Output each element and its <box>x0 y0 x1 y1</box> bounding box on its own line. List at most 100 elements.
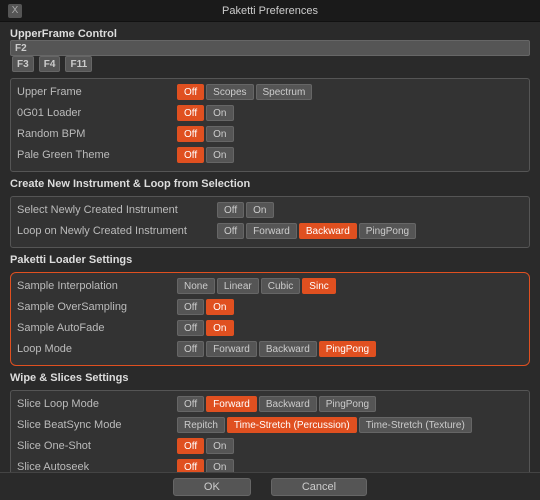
interp-none[interactable]: None <box>177 278 215 294</box>
slice-autoseek-on[interactable]: On <box>206 459 233 472</box>
slice-loop-forward[interactable]: Forward <box>206 396 257 412</box>
0g01-row: 0G01 Loader Off On <box>17 104 523 122</box>
0g01-on[interactable]: On <box>206 105 233 121</box>
main-content: UpperFrame Control F2 F3 F4 F11 Upper Fr… <box>0 22 540 472</box>
loop-mode-off[interactable]: Off <box>177 341 204 357</box>
select-instrument-off[interactable]: Off <box>217 202 244 218</box>
randombpm-on[interactable]: On <box>206 126 233 142</box>
cancel-button[interactable]: Cancel <box>271 478 367 496</box>
paketti-loader-section: Paketti Loader Settings Sample Interpola… <box>10 254 530 366</box>
interp-sinc[interactable]: Sinc <box>302 278 335 294</box>
upperframe-row: Upper Frame Off Scopes Spectrum <box>17 83 523 101</box>
loop-instrument-btns: Off Forward Backward PingPong <box>217 223 416 239</box>
palegreen-row: Pale Green Theme Off On <box>17 146 523 164</box>
sample-interp-row: Sample Interpolation None Linear Cubic S… <box>17 277 523 295</box>
oversampling-off[interactable]: Off <box>177 299 204 315</box>
autofade-label: Sample AutoFade <box>17 322 177 334</box>
oversampling-btns: Off On <box>177 299 234 315</box>
randombpm-off[interactable]: Off <box>177 126 204 142</box>
loop-instrument-row: Loop on Newly Created Instrument Off For… <box>17 222 523 240</box>
0g01-btns: Off On <box>177 105 234 121</box>
loop-mode-label: Loop Mode <box>17 343 177 355</box>
palegreen-off[interactable]: Off <box>177 147 204 163</box>
loop-instrument-backward[interactable]: Backward <box>299 223 357 239</box>
f3-key[interactable]: F3 <box>12 56 34 72</box>
upperframe-inner: Upper Frame Off Scopes Spectrum 0G01 Loa… <box>10 78 530 172</box>
upperframe-header: UpperFrame Control F2 F3 F4 F11 <box>10 28 530 74</box>
slice-oneshot-label: Slice One-Shot <box>17 440 177 452</box>
slice-loop-off[interactable]: Off <box>177 396 204 412</box>
paketti-loader-inner: Sample Interpolation None Linear Cubic S… <box>10 272 530 366</box>
loop-instrument-pingpong[interactable]: PingPong <box>359 223 416 239</box>
create-instrument-inner: Select Newly Created Instrument Off On L… <box>10 196 530 248</box>
footer: OK Cancel <box>0 472 540 500</box>
loop-instrument-off[interactable]: Off <box>217 223 244 239</box>
paketti-loader-header: Paketti Loader Settings <box>10 254 530 268</box>
upperframe-label: Upper Frame <box>17 86 177 98</box>
create-instrument-header: Create New Instrument & Loop from Select… <box>10 178 530 192</box>
oversampling-on[interactable]: On <box>206 299 233 315</box>
loop-mode-forward[interactable]: Forward <box>206 341 257 357</box>
slice-autoseek-off[interactable]: Off <box>177 459 204 472</box>
0g01-label: 0G01 Loader <box>17 107 177 119</box>
loop-instrument-label: Loop on Newly Created Instrument <box>17 225 217 237</box>
palegreen-on[interactable]: On <box>206 147 233 163</box>
slice-oneshot-row: Slice One-Shot Off On <box>17 437 523 455</box>
window-title: Paketti Preferences <box>222 5 318 17</box>
slice-loop-btns: Off Forward Backward PingPong <box>177 396 376 412</box>
slice-oneshot-off[interactable]: Off <box>177 438 204 454</box>
palegreen-btns: Off On <box>177 147 234 163</box>
upperframe-off[interactable]: Off <box>177 84 204 100</box>
close-button[interactable]: X <box>8 4 22 18</box>
upperframe-spectrum[interactable]: Spectrum <box>256 84 313 100</box>
autofade-on[interactable]: On <box>206 320 233 336</box>
slice-beatsync-row: Slice BeatSync Mode Repitch Time-Stretch… <box>17 416 523 434</box>
loop-mode-row: Loop Mode Off Forward Backward PingPong <box>17 340 523 358</box>
wipe-slices-header: Wipe & Slices Settings <box>10 372 530 386</box>
autofade-off[interactable]: Off <box>177 320 204 336</box>
loop-instrument-forward[interactable]: Forward <box>246 223 297 239</box>
palegreen-label: Pale Green Theme <box>17 149 177 161</box>
upperframe-section: UpperFrame Control F2 F3 F4 F11 Upper Fr… <box>10 28 530 172</box>
oversampling-label: Sample OverSampling <box>17 301 177 313</box>
wipe-slices-inner: Slice Loop Mode Off Forward Backward Pin… <box>10 390 530 472</box>
randombpm-row: Random BPM Off On <box>17 125 523 143</box>
slice-oneshot-on[interactable]: On <box>206 438 233 454</box>
loop-mode-backward[interactable]: Backward <box>259 341 317 357</box>
loop-mode-btns: Off Forward Backward PingPong <box>177 341 376 357</box>
slice-loop-pingpong[interactable]: PingPong <box>319 396 376 412</box>
sample-interp-btns: None Linear Cubic Sinc <box>177 278 336 294</box>
slice-loop-row: Slice Loop Mode Off Forward Backward Pin… <box>17 395 523 413</box>
oversampling-row: Sample OverSampling Off On <box>17 298 523 316</box>
loop-mode-pingpong[interactable]: PingPong <box>319 341 376 357</box>
slice-beatsync-btns: Repitch Time-Stretch (Percussion) Time-S… <box>177 417 472 433</box>
f4-key[interactable]: F4 <box>39 56 61 72</box>
slice-oneshot-btns: Off On <box>177 438 234 454</box>
autofade-row: Sample AutoFade Off On <box>17 319 523 337</box>
slice-beatsync-repitch[interactable]: Repitch <box>177 417 225 433</box>
interp-cubic[interactable]: Cubic <box>261 278 301 294</box>
slice-loop-label: Slice Loop Mode <box>17 398 177 410</box>
slice-beatsync-percussion[interactable]: Time-Stretch (Percussion) <box>227 417 357 433</box>
randombpm-label: Random BPM <box>17 128 177 140</box>
slice-loop-backward[interactable]: Backward <box>259 396 317 412</box>
select-instrument-btns: Off On <box>217 202 274 218</box>
slice-autoseek-row: Slice Autoseek Off On <box>17 458 523 472</box>
slice-beatsync-label: Slice BeatSync Mode <box>17 419 177 431</box>
f2-key[interactable]: F2 <box>10 40 530 56</box>
ok-button[interactable]: OK <box>173 478 251 496</box>
interp-linear[interactable]: Linear <box>217 278 259 294</box>
0g01-off[interactable]: Off <box>177 105 204 121</box>
sample-interp-label: Sample Interpolation <box>17 280 177 292</box>
title-bar: X Paketti Preferences <box>0 0 540 22</box>
select-instrument-row: Select Newly Created Instrument Off On <box>17 201 523 219</box>
f11-key[interactable]: F11 <box>65 56 92 72</box>
upperframe-scopes[interactable]: Scopes <box>206 84 253 100</box>
autofade-btns: Off On <box>177 320 234 336</box>
create-instrument-section: Create New Instrument & Loop from Select… <box>10 178 530 248</box>
slice-autoseek-label: Slice Autoseek <box>17 461 177 472</box>
slice-autoseek-btns: Off On <box>177 459 234 472</box>
slice-beatsync-texture[interactable]: Time-Stretch (Texture) <box>359 417 472 433</box>
randombpm-btns: Off On <box>177 126 234 142</box>
select-instrument-on[interactable]: On <box>246 202 273 218</box>
